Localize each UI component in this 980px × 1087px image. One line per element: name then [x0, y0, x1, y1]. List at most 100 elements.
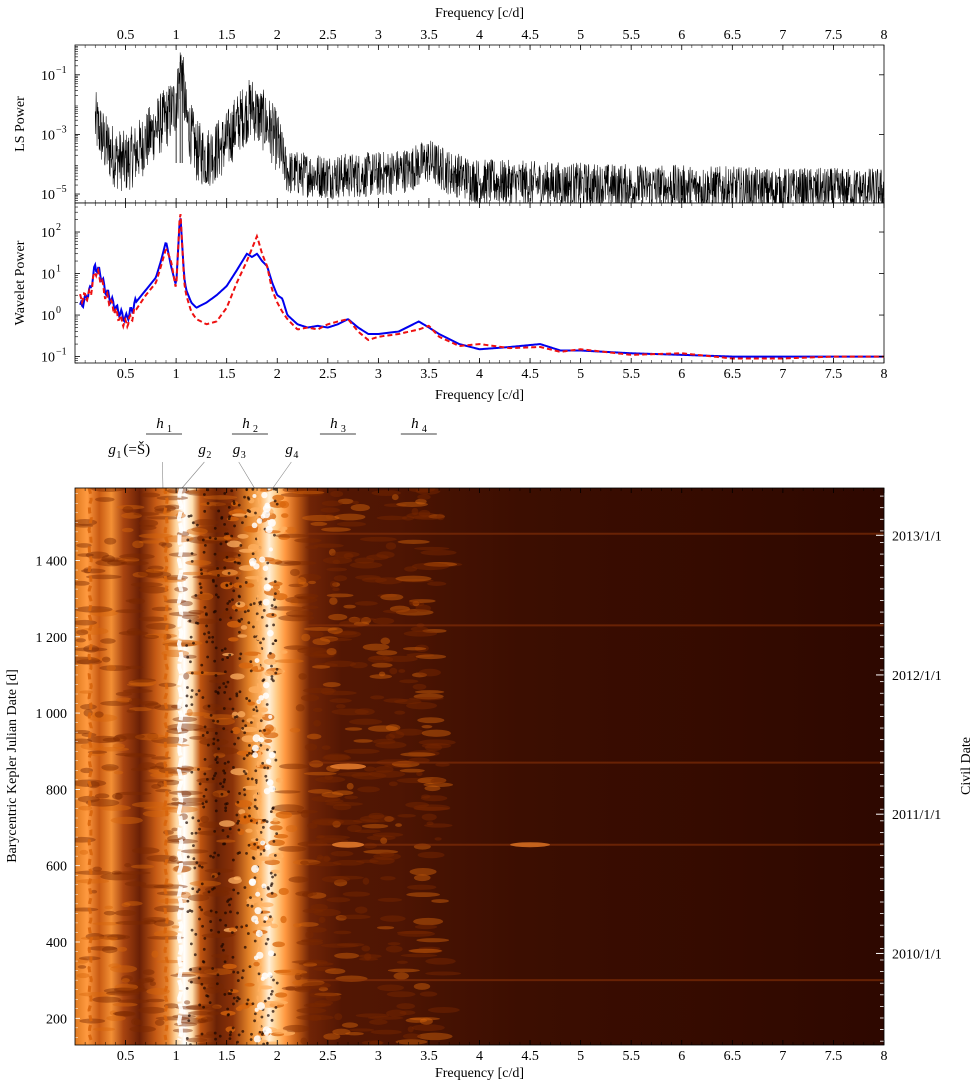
wavelet-map-dot-417	[265, 703, 269, 706]
wavelet-map-blob-330	[187, 1010, 212, 1016]
wavelet-map-dot-80	[186, 686, 189, 689]
wavelet-power-xtick-label-9: 5	[577, 367, 584, 382]
wavelet-map-dot-244	[225, 584, 229, 588]
wavelet-map-blob-142	[289, 568, 300, 577]
wavelet-map-blob-132	[387, 968, 420, 973]
wavelet-map-dot-139	[223, 778, 226, 782]
wavelet-map-peak-20	[264, 844, 271, 851]
wavelet-map-blob-581	[322, 682, 341, 688]
wavelet-map-blob-409	[385, 724, 401, 732]
wavelet-map-peak-49	[252, 493, 257, 499]
wavelet-map-dot-442	[247, 843, 251, 847]
wavelet-map-blob-277	[396, 930, 433, 935]
wavelet-map-blob-770	[332, 1028, 351, 1036]
ls-power-xtick-label-3: 2	[274, 28, 281, 43]
wavelet-map-blob-696	[410, 626, 429, 632]
wavelet-map-blob-830	[100, 638, 116, 644]
wavelet-map-peak-58	[249, 878, 256, 886]
wavelet-map-dot-384	[236, 971, 240, 974]
wavelet-map-ytick-label-6: 1 400	[36, 554, 68, 569]
wavelet-map-dot-309	[220, 648, 224, 652]
wavelet-map-blob-893	[354, 708, 375, 716]
wavelet-map-dot-377	[271, 613, 275, 617]
wavelet-map-dot-112	[243, 610, 247, 614]
wavelet-map-hotspot-2	[510, 842, 551, 848]
wavelet-map-blob-478	[198, 821, 222, 828]
wavelet-map-blob-386	[349, 718, 383, 725]
wavelet-map-dot-297	[211, 887, 214, 891]
wavelet-map-blob-222	[359, 536, 397, 542]
wavelet-map-dot-276	[272, 978, 275, 982]
wavelet-map-dot-250	[214, 731, 218, 735]
wavelet-map-blob-598	[400, 752, 436, 757]
wavelet-map-dot-28	[241, 1030, 245, 1033]
wavelet-map-dot-99	[203, 725, 207, 729]
wavelet-map-peak-44	[267, 950, 275, 957]
wavelet-map-blob-599	[200, 815, 210, 823]
wavelet-map-dot-130	[248, 699, 251, 703]
wavelet-map-peak-52	[264, 1031, 269, 1037]
wavelet-map-dot-218	[247, 497, 251, 501]
group-label-suffix-0: (=Š)	[123, 441, 150, 458]
wavelet-map-dot-519	[248, 814, 251, 818]
wavelet-map-dot-192	[266, 1014, 270, 1017]
wavelet-map-blob-553	[406, 702, 438, 710]
wavelet-map-dot-346	[264, 942, 268, 946]
wavelet-map-ridge-0	[176, 488, 184, 1041]
wavelet-map-blob-586	[413, 806, 451, 811]
wavelet-map-ytick-label-3: 800	[46, 783, 67, 798]
wavelet-map-dot-307	[190, 980, 193, 984]
wavelet-map-dot-38	[228, 827, 232, 831]
wavelet-map-dot-315	[202, 794, 206, 798]
wavelet-map-dot-240	[229, 582, 233, 586]
wavelet-map-blob-745	[218, 820, 235, 827]
wavelet-map-ytick-label-5: 1 200	[36, 631, 68, 646]
wavelet-map-blob-196	[103, 910, 116, 916]
group-label-2: g	[233, 442, 241, 458]
wavelet-map-dot-92	[237, 602, 241, 606]
wavelet-map-blob-811	[197, 574, 220, 580]
wavelet-map-blob-422	[280, 915, 287, 924]
wavelet-map-dot-103	[195, 861, 199, 864]
wavelet-map-dot-331	[226, 760, 230, 764]
wavelet-map-blob-424	[322, 556, 353, 565]
wavelet-map-blob-135	[112, 1011, 136, 1016]
wavelet-map-dot-460	[223, 523, 226, 526]
group-leader-3	[271, 461, 292, 490]
wavelet-power-ytick-label-3: 10	[41, 351, 55, 366]
wavelet-map-dot-157	[240, 617, 243, 621]
wavelet-map-dot-181	[253, 939, 257, 943]
wavelet-map-blob-881	[402, 1033, 421, 1040]
wavelet-map-blob-174	[300, 694, 320, 702]
wavelet-map-blob-86	[145, 622, 176, 630]
wavelet-map-blob-487	[395, 823, 402, 827]
wavelet-map-blob-292	[275, 811, 293, 819]
wavelet-map-dot-302	[275, 832, 279, 835]
wavelet-map-blob-167	[75, 638, 86, 643]
wavelet-map-peak-38	[262, 598, 270, 606]
wavelet-map-blob-62	[315, 776, 346, 783]
wavelet-map-peak-2	[255, 930, 263, 938]
wavelet-map-dot-477	[211, 640, 214, 644]
wavelet-map-blob-756	[409, 867, 437, 876]
wavelet-map-dot-512	[274, 639, 277, 642]
wavelet-map-xtick-label-1: 1	[173, 1049, 180, 1064]
wavelet-map-dot-204	[235, 813, 239, 817]
wavelet-map-blob-880	[156, 495, 189, 501]
wavelet-map-blob-539	[264, 738, 273, 744]
wavelet-map-blob-781	[408, 600, 421, 605]
wavelet-power-y-axis-title: Wavelet Power	[13, 240, 28, 325]
wavelet-map-dot-159	[202, 493, 206, 496]
wavelet-map-dot-452	[238, 851, 241, 855]
wavelet-map-dot-293	[209, 928, 213, 932]
wavelet-map-blob-547	[296, 596, 316, 600]
wavelet-map-dot-31	[191, 887, 195, 891]
wavelet-map-dot-375	[224, 540, 228, 544]
wavelet-map-blob-363	[380, 837, 388, 844]
wavelet-map-peak-34	[252, 752, 259, 759]
wavelet-power-ytick-exp-3: −1	[56, 347, 67, 358]
wavelet-map-dot-45	[223, 993, 227, 996]
wavelet-map-dot-65	[224, 923, 228, 927]
wavelet-map-dot-7	[217, 747, 221, 751]
wavelet-map-dot-407	[237, 553, 241, 557]
